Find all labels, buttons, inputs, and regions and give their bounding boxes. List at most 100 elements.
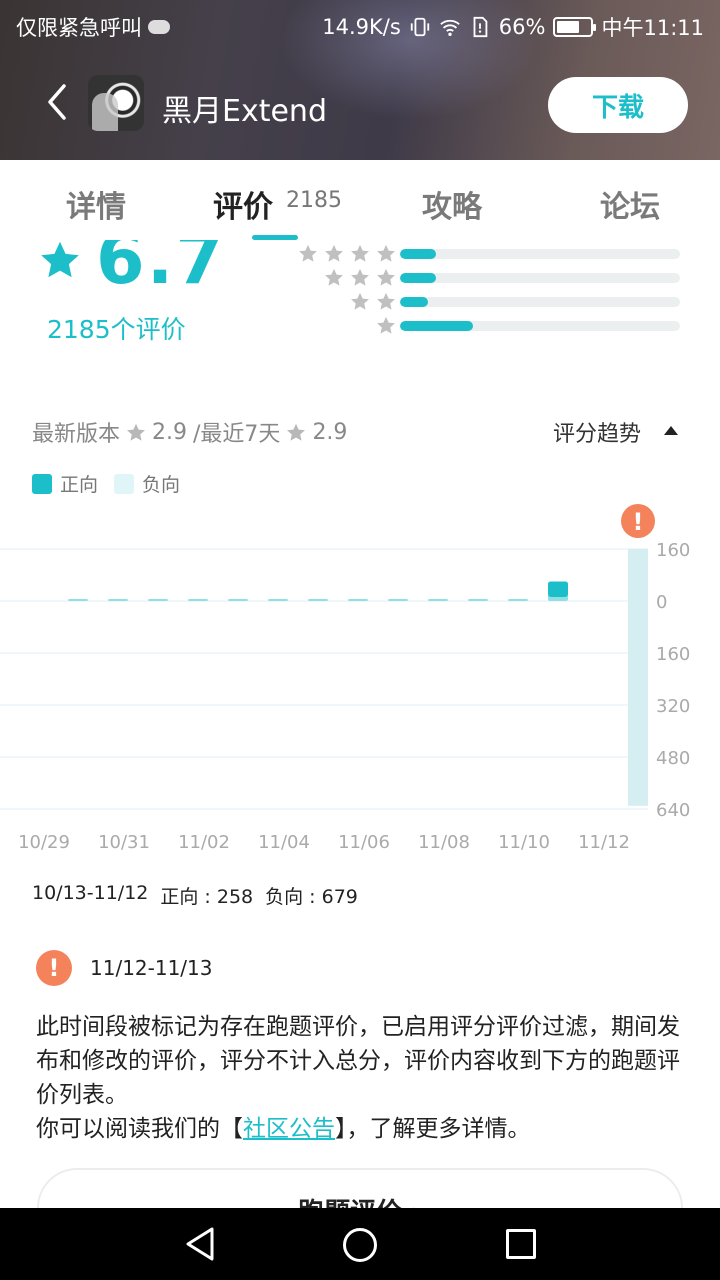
nav-back-icon[interactable] bbox=[184, 1226, 216, 1262]
distribution-stars bbox=[376, 316, 396, 335]
back-arrow-icon[interactable] bbox=[38, 82, 78, 122]
chart-legend: 正向 负向 bbox=[32, 470, 196, 497]
bar-positive bbox=[148, 599, 168, 601]
notice-text-before-link: 你可以阅读我们的【 bbox=[36, 1116, 243, 1142]
latest-version-label: 最新版本 bbox=[32, 422, 121, 447]
distribution-row bbox=[280, 316, 680, 336]
distribution-bar-track bbox=[400, 297, 680, 307]
x-tick-label: 10/31 bbox=[98, 832, 150, 853]
star-icon bbox=[351, 268, 369, 286]
bar-positive bbox=[428, 599, 448, 601]
download-button[interactable]: 下载 bbox=[548, 77, 688, 133]
period-range: 10/13-11/12 bbox=[32, 882, 149, 904]
distribution-stars bbox=[298, 244, 396, 263]
caret-up-icon[interactable] bbox=[664, 426, 678, 435]
bar-positive bbox=[348, 599, 368, 601]
recent-label: /最近7天 bbox=[193, 422, 281, 447]
legend-negative-swatch bbox=[114, 473, 135, 494]
x-tick-label: 10/29 bbox=[18, 832, 70, 853]
distribution-bar-track bbox=[400, 321, 680, 331]
x-tick-label: 11/04 bbox=[258, 832, 310, 853]
notice-text-after-link: 】，了解更多详情。 bbox=[335, 1116, 531, 1142]
bar-positive bbox=[268, 599, 288, 601]
distribution-row bbox=[280, 268, 680, 288]
bar-positive bbox=[108, 599, 128, 601]
distribution-bar-fill bbox=[400, 249, 437, 259]
app-title: 黑月Extend bbox=[162, 94, 327, 129]
bar-positive bbox=[308, 599, 328, 601]
legend-positive-swatch bbox=[32, 473, 52, 494]
app-icon bbox=[88, 75, 144, 131]
community-announcement-link[interactable]: 社区公告 bbox=[243, 1116, 335, 1142]
status-bar: 仅限紧急呼叫 14.9K/s 66% 中午11:11 bbox=[0, 0, 720, 50]
title-bar: 黑月Extend 下载 bbox=[0, 50, 720, 160]
distribution-row bbox=[280, 292, 680, 312]
notice-paragraph-2: 你可以阅读我们的【社区公告】，了解更多详情。 bbox=[36, 1112, 686, 1146]
average-score: 6.7 bbox=[96, 240, 227, 300]
x-tick-label: 11/08 bbox=[418, 832, 470, 853]
period-stats: 10/13-11/12 正向 : 258 负向 : 679 bbox=[32, 882, 358, 909]
tab-guides[interactable]: 攻略 bbox=[422, 182, 482, 226]
notice-text: 此时间段被标记为存在跑题评价，已启用评分评价过滤，期间发布和修改的评价，评分不计… bbox=[36, 1010, 686, 1146]
distribution-bar-fill bbox=[400, 273, 437, 283]
star-icon bbox=[41, 241, 79, 278]
star-icon bbox=[127, 423, 145, 441]
star-icon bbox=[299, 244, 317, 262]
bar-positive bbox=[188, 599, 208, 601]
bar-positive bbox=[468, 599, 488, 601]
notice-paragraph: 此时间段被标记为存在跑题评价，已启用评分评价过滤，期间发布和修改的评价，评分不计… bbox=[36, 1014, 680, 1108]
star-icon bbox=[351, 292, 369, 310]
y-tick-label: 160 bbox=[656, 644, 690, 665]
nav-recent-apps-icon[interactable] bbox=[506, 1229, 536, 1259]
bar-positive bbox=[228, 599, 248, 601]
app-header: 仅限紧急呼叫 14.9K/s 66% 中午11:11 黑月Extend 下载 bbox=[0, 0, 720, 160]
tab-reviews[interactable]: 评价 bbox=[213, 182, 273, 226]
rating-trend-chart: 160 0 160 320 480 640! 10/29 10/31 11/02 11/04 11/… bbox=[0, 504, 690, 853]
distribution-stars bbox=[324, 268, 396, 287]
clock: 中午11:11 bbox=[601, 16, 704, 40]
latest-version-score: 2.9 bbox=[152, 419, 188, 445]
x-tick-label: 11/10 bbox=[498, 832, 550, 853]
bar-positive bbox=[68, 599, 88, 601]
tab-reviews-count: 2185 bbox=[286, 188, 342, 213]
distribution-bar-track bbox=[400, 249, 680, 259]
x-tick-label: 11/12 bbox=[578, 832, 630, 853]
distribution-bar-track bbox=[400, 273, 680, 283]
vibrate-icon bbox=[410, 17, 429, 37]
y-tick-label: 0 bbox=[656, 592, 667, 613]
version-score-line: 最新版本 2.9 /最近7天 2.9 bbox=[32, 416, 347, 448]
tab-details[interactable]: 详情 bbox=[66, 182, 126, 226]
distribution-bar-fill bbox=[400, 321, 473, 331]
rating-trend-toggle[interactable]: 评分趋势 bbox=[553, 416, 641, 448]
legend-positive-label: 正向 bbox=[60, 474, 99, 496]
period-positive: 正向 : 258 bbox=[160, 886, 254, 908]
star-icon bbox=[377, 244, 395, 262]
battery-icon bbox=[553, 17, 597, 37]
wifi-icon bbox=[440, 19, 460, 36]
distribution-bar-fill bbox=[400, 297, 428, 307]
notice-date-range: 11/12-11/13 bbox=[90, 956, 213, 980]
network-speed: 14.9K/s bbox=[322, 15, 401, 39]
star-icon bbox=[287, 423, 306, 441]
alert-icon: ! bbox=[36, 950, 72, 986]
total-ratings: 2185个评价 bbox=[47, 315, 186, 344]
distribution-row bbox=[280, 244, 680, 264]
cloud-icon bbox=[148, 20, 170, 34]
bar-positive bbox=[388, 599, 408, 601]
period-negative: 负向 : 679 bbox=[265, 886, 358, 908]
star-icon bbox=[325, 244, 343, 262]
distribution-stars bbox=[350, 292, 396, 311]
y-tick-label: 320 bbox=[656, 696, 690, 717]
x-tick-label: 11/02 bbox=[178, 832, 230, 853]
rating-summary: 6.7 2185个评价 bbox=[0, 240, 720, 360]
bar-positive-top bbox=[548, 581, 568, 597]
tab-forum[interactable]: 论坛 bbox=[600, 182, 660, 226]
star-icon bbox=[351, 244, 369, 262]
system-navigation-bar bbox=[0, 1208, 720, 1280]
legend-negative-label: 负向 bbox=[142, 474, 181, 496]
y-tick-label: 160 bbox=[656, 540, 690, 561]
nav-home-icon[interactable] bbox=[343, 1228, 377, 1262]
bar-positive bbox=[508, 599, 528, 601]
carrier-text: 仅限紧急呼叫 bbox=[16, 16, 142, 40]
recent-score: 2.9 bbox=[312, 419, 348, 445]
